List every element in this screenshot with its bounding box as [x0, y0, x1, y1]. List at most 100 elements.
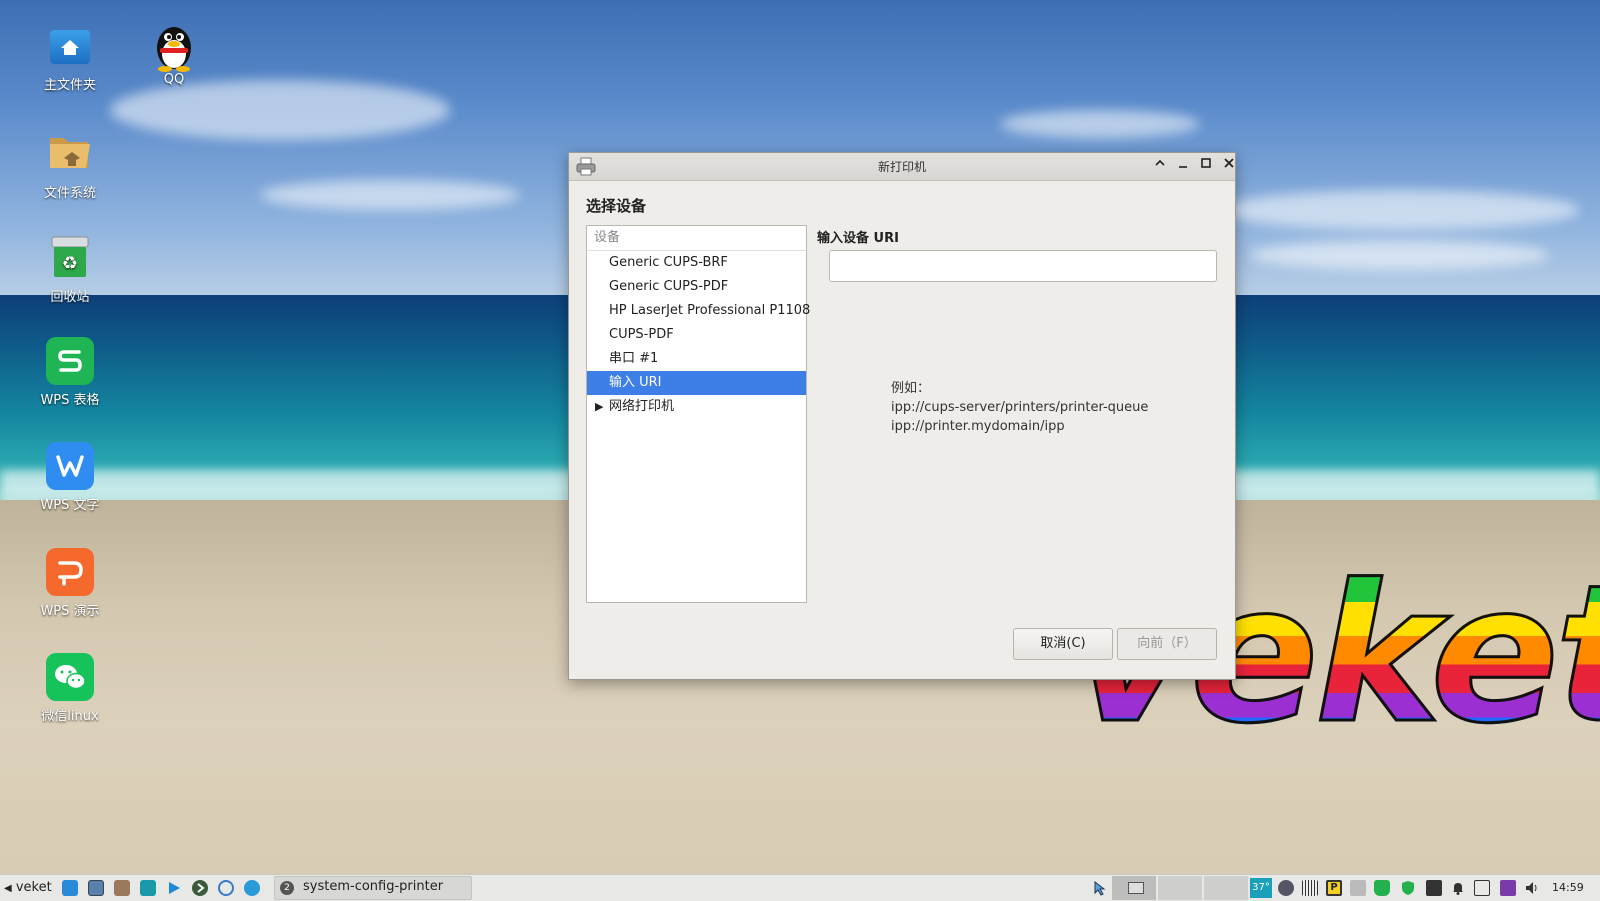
chevron-up-icon [1155, 159, 1165, 166]
maximize-button[interactable] [1197, 157, 1215, 175]
svg-text:♻: ♻ [62, 253, 78, 274]
expand-triangle-icon[interactable]: ▶ [595, 395, 603, 419]
device-item-network-printer[interactable]: ▶ 网络打印机 [587, 395, 806, 419]
desktop-icon-home[interactable]: 主文件夹 [22, 24, 118, 93]
cursor-icon[interactable] [1092, 880, 1108, 896]
device-item-label: CUPS-PDF [609, 327, 674, 342]
app-launcher-icon[interactable] [192, 880, 208, 896]
desktop-icon-filesystem[interactable]: 文件系统 [22, 130, 118, 201]
user-icon[interactable] [1278, 880, 1294, 896]
new-printer-dialog: 新打印机 选择设备 设备 Generic CUPS-BRF Generic CU… [568, 152, 1236, 680]
desktop-icon-label: WPS 演示 [40, 604, 100, 619]
start-menu-button[interactable]: ◀ veket [4, 879, 52, 897]
desktop-icon-trash[interactable]: ♻ 回收站 [22, 234, 118, 305]
desktop-icon-label: QQ [163, 72, 185, 87]
wps-writer-icon [46, 442, 94, 490]
device-item-hp-laserjet[interactable]: HP LaserJet Professional P1108 [587, 299, 810, 323]
screenshot-icon[interactable] [88, 880, 104, 896]
shade-button[interactable] [1151, 157, 1169, 175]
file-manager-icon[interactable] [140, 880, 156, 896]
app-indicator-icon[interactable] [1500, 880, 1516, 896]
close-icon [1224, 158, 1234, 168]
example-line: ipp://cups-server/printers/printer-queue [891, 400, 1149, 415]
uri-input[interactable] [829, 250, 1217, 282]
menu-arrow-icon: ◀ [4, 883, 12, 894]
wps-sheets-icon [46, 337, 94, 385]
close-button[interactable] [1220, 157, 1238, 175]
virtual-keyboard-icon[interactable] [1426, 880, 1442, 896]
device-item-label: HP LaserJet Professional P1108 [609, 303, 811, 318]
window-thumbnail-icon [1128, 882, 1144, 894]
device-item-generic-cups-pdf[interactable]: Generic CUPS-PDF [587, 275, 806, 299]
desktop-icon-label: 主文件夹 [43, 78, 96, 93]
cloud [1250, 240, 1550, 270]
cloud [260, 180, 520, 210]
qq-penguin-icon [150, 20, 198, 72]
desktop-icon-label: 回收站 [50, 290, 90, 305]
device-list-header[interactable]: 设备 [587, 226, 806, 251]
device-item-label: 输入 URI [609, 375, 662, 390]
desktop-icon-wps-presentation[interactable]: WPS 演示 [22, 548, 118, 619]
clock[interactable]: 14:59 [1552, 879, 1584, 897]
desktop-icon-label: WPS 文字 [40, 498, 100, 513]
cloud [1000, 110, 1200, 138]
settings-brush-icon[interactable] [114, 880, 130, 896]
cloud [1220, 190, 1580, 230]
clipboard-icon[interactable]: P [1326, 880, 1342, 896]
volume-icon[interactable] [1524, 880, 1540, 896]
start-menu-label: veket [15, 880, 52, 895]
desktop-icon-qq[interactable]: QQ [126, 20, 222, 87]
workspace-1[interactable] [1112, 876, 1156, 900]
desktop-icon-wechat[interactable]: 微信linux [22, 653, 118, 724]
desktop-icon-label: 文件系统 [43, 186, 96, 201]
uri-label: 输入设备 URI [817, 231, 899, 246]
dialog-titlebar[interactable]: 新打印机 [569, 153, 1235, 181]
dialog-title: 新打印机 [877, 160, 926, 174]
barcode-icon[interactable] [1302, 880, 1318, 896]
example-heading: 例如： [891, 381, 931, 396]
home-folder-icon [50, 30, 90, 64]
device-item-cups-pdf[interactable]: CUPS-PDF [587, 323, 806, 347]
network-settings-icon[interactable] [218, 880, 234, 896]
device-item-generic-cups-brf[interactable]: Generic CUPS-BRF [587, 251, 806, 275]
uri-example: 例如： ipp://cups-server/printers/printer-q… [891, 379, 1148, 436]
cpu-temperature[interactable]: 37° [1250, 878, 1272, 898]
taskbar: ◀ veket 2 system-config-printer 37° P 14… [0, 874, 1600, 901]
example-line: ipp://printer.mydomain/ipp [891, 419, 1065, 434]
shield-icon[interactable] [1400, 880, 1416, 896]
desktop-icon-label: WPS 表格 [40, 393, 100, 408]
storage-icon[interactable] [1374, 880, 1390, 896]
recycle-bin-icon: ♻ [46, 234, 94, 282]
device-item-label: Generic CUPS-PDF [609, 279, 729, 294]
task-badge: 2 [280, 881, 294, 895]
browser-icon[interactable] [244, 880, 260, 896]
battery-icon[interactable] [1474, 880, 1490, 896]
wechat-icon [46, 653, 94, 701]
device-list: 设备 Generic CUPS-BRF Generic CUPS-PDF HP … [586, 225, 810, 603]
desktop-icon-label: 微信linux [41, 709, 99, 724]
cancel-button[interactable]: 取消(C) [1013, 628, 1113, 660]
device-item-label: Generic CUPS-BRF [609, 255, 728, 270]
device-item-serial-port[interactable]: 串口 #1 [587, 347, 806, 371]
keyboard-layout-icon[interactable] [1350, 880, 1366, 896]
device-item-label: 串口 #1 [609, 351, 659, 366]
taskbar-task-system-config-printer[interactable]: 2 system-config-printer [274, 876, 472, 900]
bell-icon[interactable] [1450, 880, 1466, 896]
wps-presentation-icon [46, 548, 94, 596]
minimize-button[interactable] [1174, 157, 1192, 175]
cloud [110, 80, 450, 140]
device-item-enter-uri[interactable]: 输入 URI [587, 371, 806, 395]
minimize-icon [1179, 166, 1187, 168]
section-title: 选择设备 [586, 197, 647, 215]
desktop-icon-wps-writer[interactable]: WPS 文字 [22, 442, 118, 513]
filesystem-folder-icon [46, 130, 94, 178]
forward-button[interactable]: 向前（F） [1117, 628, 1217, 660]
task-label: system-config-printer [303, 879, 444, 894]
media-player-icon[interactable] [166, 880, 182, 896]
desktop-icon-wps-sheets[interactable]: WPS 表格 [22, 337, 118, 408]
workspace-2[interactable] [1158, 876, 1202, 900]
maximize-icon [1201, 158, 1211, 168]
workspace-3[interactable] [1204, 876, 1248, 900]
device-item-label: 网络打印机 [609, 399, 675, 414]
show-desktop-icon[interactable] [62, 880, 78, 896]
